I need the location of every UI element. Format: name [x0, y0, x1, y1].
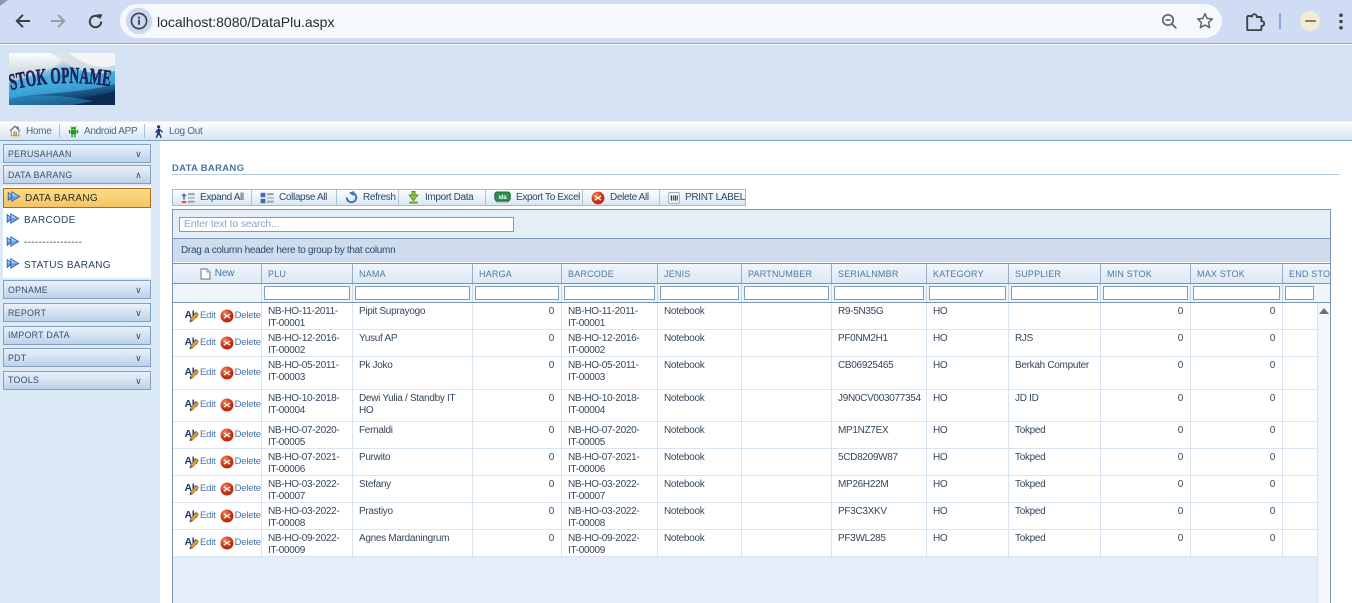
- svg-text:xls: xls: [499, 194, 508, 201]
